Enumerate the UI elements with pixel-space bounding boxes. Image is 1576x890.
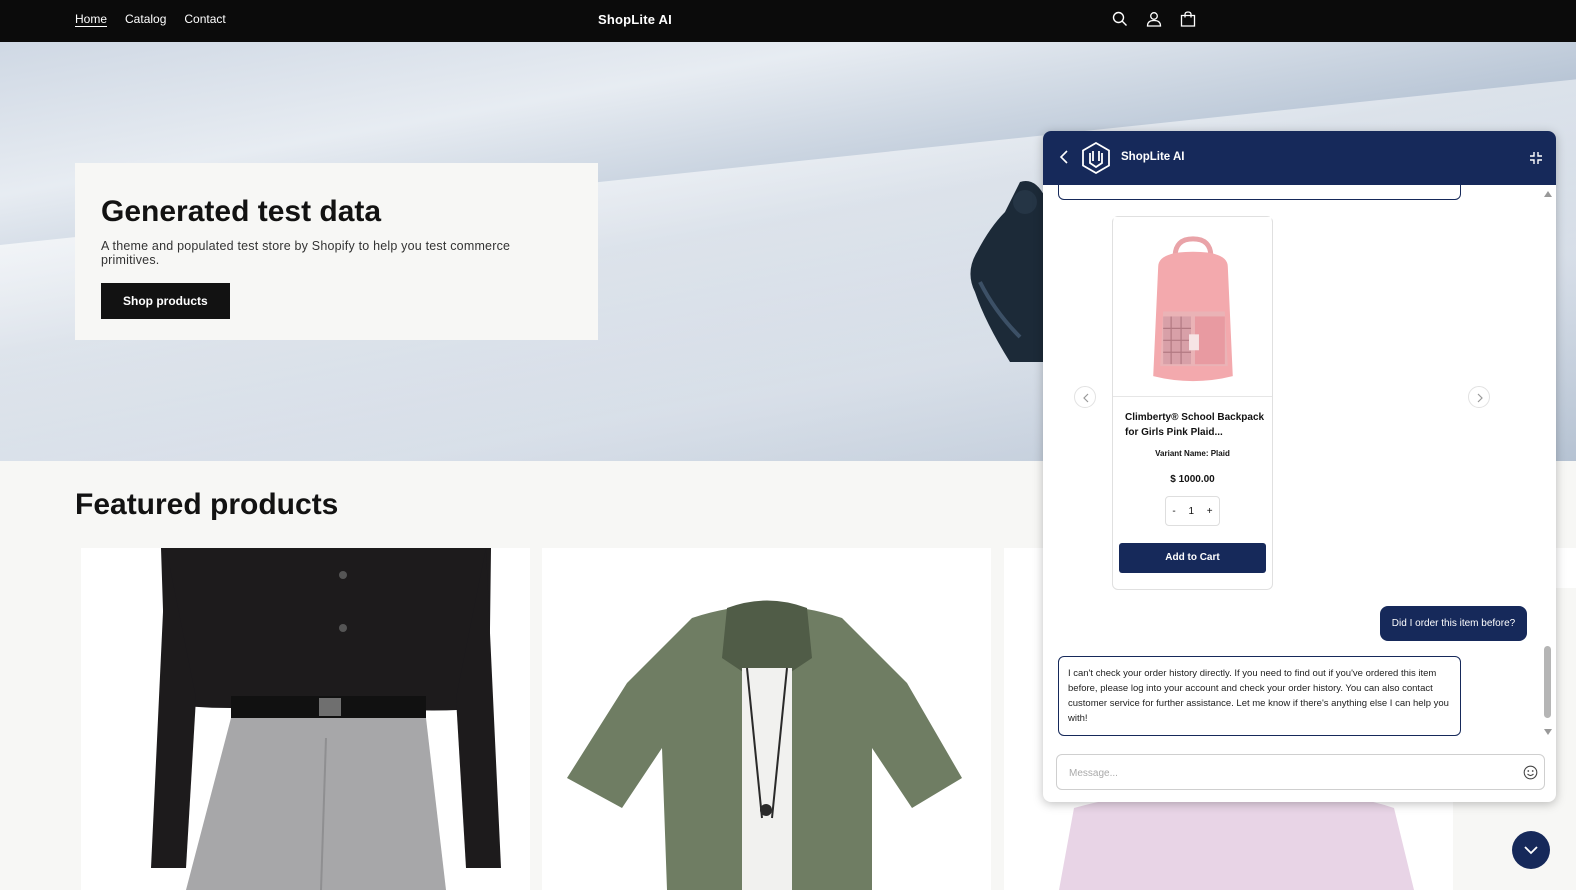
shoplite-logo-icon (1082, 142, 1110, 174)
cart-icon[interactable] (1179, 10, 1197, 28)
black-shirt-image (81, 548, 530, 890)
shop-products-button[interactable]: Shop products (101, 283, 230, 319)
quantity-decrease-button[interactable]: - (1172, 506, 1175, 517)
chat-messages[interactable]: Climberty® School Backpack for Girls Pin… (1043, 185, 1556, 740)
message-input[interactable] (1069, 763, 1509, 783)
chevron-down-icon (1524, 846, 1538, 855)
scroll-up-arrow-icon[interactable] (1544, 191, 1552, 197)
chevron-right-icon (1477, 393, 1483, 403)
chat-title: ShopLite AI (1121, 151, 1185, 163)
previous-bot-message (1058, 185, 1461, 200)
top-navigation: Home Catalog Contact ShopLite AI (0, 0, 1576, 42)
hero-title: Generated test data (101, 195, 382, 228)
search-icon[interactable] (1111, 10, 1129, 28)
back-arrow-icon[interactable] (1059, 150, 1069, 164)
minimize-icon[interactable] (1529, 151, 1543, 165)
quantity-increase-button[interactable]: + (1207, 506, 1213, 517)
nav-icons (1111, 10, 1197, 28)
add-to-cart-button[interactable]: Add to Cart (1119, 543, 1266, 573)
product-variant: Variant Name: Plaid (1155, 449, 1230, 458)
message-composer (1056, 754, 1545, 790)
nav-links: Home Catalog Contact (75, 12, 226, 26)
account-icon[interactable] (1145, 10, 1163, 28)
pink-backpack-image (1113, 217, 1272, 397)
product-card-black-shirt[interactable] (81, 548, 530, 890)
chat-widget: ShopLite AI Climberty® School Backpack f… (1043, 131, 1556, 802)
chat-header: ShopLite AI (1043, 131, 1556, 185)
store-brand[interactable]: ShopLite AI (598, 12, 672, 27)
nav-link-contact[interactable]: Contact (184, 12, 225, 26)
hero-card: Generated test data A theme and populate… (75, 163, 598, 340)
chevron-left-icon (1083, 393, 1089, 403)
hero-subtitle: A theme and populated test store by Shop… (101, 239, 511, 267)
emoji-icon[interactable] (1523, 765, 1538, 780)
scroll-down-arrow-icon[interactable] (1544, 729, 1552, 735)
product-card-partial (1556, 548, 1576, 588)
carousel-next-button[interactable] (1468, 386, 1490, 408)
featured-products-heading: Featured products (75, 488, 339, 521)
product-price: $ 1000.00 (1170, 474, 1215, 485)
user-message: Did I order this item before? (1380, 606, 1527, 641)
green-shirt-image (542, 548, 991, 890)
quantity-value: 1 (1188, 505, 1195, 517)
product-tile: Climberty® School Backpack for Girls Pin… (1112, 216, 1273, 590)
scrollbar-thumb[interactable] (1544, 646, 1551, 718)
chat-scrollbar[interactable] (1542, 191, 1554, 736)
nav-link-catalog[interactable]: Catalog (125, 12, 166, 26)
chat-launcher-button[interactable] (1512, 831, 1550, 869)
nav-link-home[interactable]: Home (75, 12, 107, 26)
product-name[interactable]: Climberty® School Backpack for Girls Pin… (1125, 410, 1265, 440)
carousel-prev-button[interactable] (1074, 386, 1096, 408)
bot-message: I can't check your order history directl… (1058, 656, 1461, 736)
product-card-green-shirt[interactable] (542, 548, 991, 890)
quantity-stepper: - 1 + (1165, 496, 1220, 526)
